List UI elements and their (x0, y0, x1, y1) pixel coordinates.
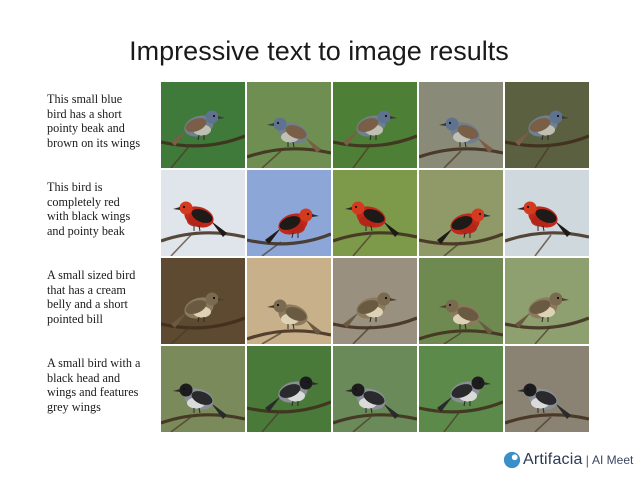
bird-image (333, 258, 417, 344)
row-caption: This bird is completely red with black win… (47, 180, 159, 238)
caption-line: A small sized bird (47, 268, 136, 282)
bird-image (419, 258, 503, 344)
row-caption: A small bird with a black head and wings a… (47, 356, 159, 414)
caption-line: bird has a short (47, 106, 122, 121)
bird-illustration (247, 82, 331, 168)
caption-line: with black wings (47, 209, 131, 223)
bird-image (333, 82, 417, 168)
bird-image (161, 170, 245, 256)
caption-line: completely red (47, 194, 120, 209)
bird-image (505, 82, 589, 168)
bird-illustration (419, 170, 503, 256)
caption-line: and pointy beak (47, 223, 125, 238)
bird-image (247, 346, 331, 432)
image-row (161, 82, 589, 168)
caption-line: This small blue (47, 92, 123, 106)
bird-image (247, 82, 331, 168)
bird-illustration (247, 346, 331, 432)
caption-line: A small bird with a (47, 356, 141, 370)
caption-line: that has a cream (47, 282, 126, 297)
bird-illustration (333, 170, 417, 256)
bird-illustration (505, 82, 589, 168)
bird-illustration (161, 258, 245, 344)
bird-illustration (161, 346, 245, 432)
bird-image (161, 258, 245, 344)
bird-illustration (333, 258, 417, 344)
bird-image (505, 170, 589, 256)
bird-illustration (505, 170, 589, 256)
artifacia-logo-mark (503, 451, 521, 469)
bird-image (419, 82, 503, 168)
row-caption: A small sized bird that has a cream belly … (47, 268, 159, 326)
bird-illustration (419, 82, 503, 168)
caption-line: brown on its wings (47, 135, 141, 150)
bird-image (161, 346, 245, 432)
bird-illustration (333, 346, 417, 432)
bird-image (161, 82, 245, 168)
image-row (161, 346, 589, 432)
bird-illustration (419, 258, 503, 344)
bird-illustration (247, 258, 331, 344)
bird-image (247, 170, 331, 256)
image-grid (161, 82, 589, 432)
caption-line: grey wings (47, 399, 101, 414)
bird-illustration (247, 170, 331, 256)
artifacia-logo: Artifacia | AI Meet (503, 450, 633, 470)
logo-tag: AI Meet (592, 453, 634, 467)
caption-line: wings and features (47, 385, 139, 399)
bird-illustration (505, 346, 589, 432)
bird-image (419, 346, 503, 432)
image-row (161, 258, 589, 344)
bird-illustration (161, 170, 245, 256)
bird-image (505, 346, 589, 432)
bird-illustration (333, 82, 417, 168)
caption-line: belly and a short (47, 297, 128, 311)
logo-name: Artifacia (523, 451, 583, 468)
bird-image (333, 170, 417, 256)
caption-line: This bird is (47, 180, 103, 194)
caption-line: pointy beak and (47, 121, 125, 135)
bird-image (247, 258, 331, 344)
bird-image (419, 170, 503, 256)
slide-title: Impressive text to image results (129, 36, 509, 66)
bird-illustration (419, 346, 503, 432)
bird-image (333, 346, 417, 432)
logo-separator: | (585, 452, 589, 468)
bird-image (505, 258, 589, 344)
row-caption: This small blue bird has a short pointy be… (47, 92, 159, 150)
bird-illustration (505, 258, 589, 344)
caption-line: pointed bill (47, 311, 103, 326)
caption-line: black head and (47, 370, 121, 385)
image-row (161, 170, 589, 256)
bird-illustration (161, 82, 245, 168)
